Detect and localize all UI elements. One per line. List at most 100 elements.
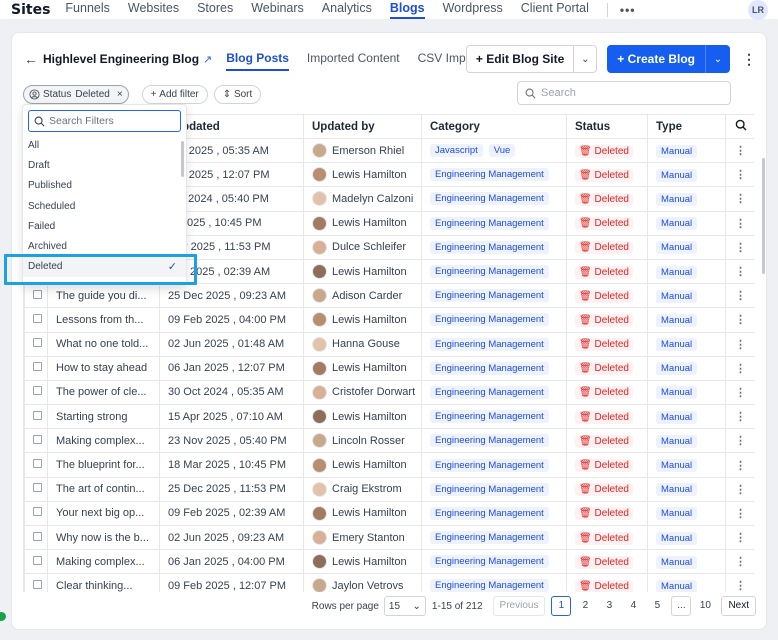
status-option-failed[interactable]: Failed — [23, 217, 186, 237]
row-checkbox[interactable] — [33, 555, 42, 565]
create-blog-button[interactable]: + Create Blog ⌄ — [607, 45, 730, 73]
filter-search-input[interactable]: Search Filters — [28, 110, 181, 132]
header-status[interactable]: Status — [566, 114, 648, 139]
post-title[interactable]: Lessons from th... — [47, 307, 160, 333]
row-checkbox[interactable] — [33, 483, 42, 493]
table-row[interactable]: The guide you di... 25 Dec 2025 , 09:23 A… — [24, 283, 754, 309]
page-button[interactable]: 3 — [599, 596, 619, 616]
header-updated-by[interactable]: Updated by — [303, 114, 422, 139]
row-actions-icon[interactable]: ⋮ — [725, 428, 754, 454]
status-option-draft[interactable]: Draft — [23, 156, 186, 176]
header-category[interactable]: Category — [421, 114, 567, 139]
external-link-icon[interactable]: ↗ — [203, 53, 212, 66]
add-filter-button[interactable]: + Add filter — [141, 84, 208, 104]
table-row[interactable]: How to stay ahead 06 Jan 2025 , 12:07 PM L… — [24, 355, 754, 381]
back-arrow-icon[interactable]: ← — [24, 51, 38, 67]
page-button[interactable]: 5 — [647, 596, 667, 616]
page-button[interactable]: 10 — [695, 596, 715, 616]
row-actions-icon[interactable]: ⋮ — [725, 331, 754, 357]
row-checkbox[interactable] — [33, 386, 42, 396]
row-actions-icon[interactable]: ⋮ — [725, 500, 754, 527]
previous-page-button[interactable]: Previous — [492, 596, 546, 616]
table-row[interactable]: The blueprint for... 18 Mar 2025 , 10:45 … — [24, 452, 754, 478]
tab-blog-posts[interactable]: Blog Posts — [226, 45, 289, 73]
row-actions-icon[interactable]: ⋮ — [725, 476, 754, 502]
dropdown-scrollbar[interactable] — [181, 141, 184, 177]
post-title[interactable]: How to stay ahead — [47, 355, 160, 381]
nav-item-client-portal[interactable]: Client Portal — [521, 0, 589, 19]
more-options-icon[interactable]: ⋮ — [742, 51, 756, 68]
table-row[interactable]: Your next big op... 09 Feb 2025 , 02:39 A… — [24, 500, 754, 527]
post-title[interactable]: Why now is the b... — [47, 524, 160, 551]
nav-item-websites[interactable]: Websites — [128, 0, 179, 19]
sort-button[interactable]: ⇕ Sort — [213, 84, 262, 104]
post-title[interactable]: The power of cle... — [47, 379, 160, 406]
table-row[interactable]: Starting strong 15 Apr 2025 , 07:10 AM Lew… — [24, 404, 754, 430]
status-option-published[interactable]: Published — [23, 176, 186, 196]
nav-item-funnels[interactable]: Funnels — [65, 0, 109, 19]
post-title[interactable]: Making complex... — [47, 549, 160, 575]
row-checkbox[interactable] — [33, 531, 42, 541]
post-title[interactable]: What no one told... — [47, 331, 160, 357]
row-checkbox[interactable] — [33, 410, 42, 420]
table-scrollbar[interactable] — [762, 158, 765, 274]
user-avatar[interactable]: LR — [748, 0, 768, 20]
row-actions-icon[interactable]: ⋮ — [725, 404, 754, 430]
page-button[interactable]: 1 — [551, 596, 572, 616]
row-actions-icon[interactable]: ⋮ — [725, 210, 754, 236]
create-blog-label[interactable]: + Create Blog — [607, 45, 706, 73]
row-actions-icon[interactable]: ⋮ — [725, 355, 754, 381]
table-row[interactable]: Making complex... 06 Jan 2025 , 04:00 PM L… — [24, 549, 754, 575]
row-actions-icon[interactable]: ⋮ — [725, 234, 754, 260]
row-checkbox[interactable] — [33, 362, 42, 372]
row-checkbox[interactable] — [33, 434, 42, 444]
edit-blog-site-button[interactable]: + Edit Blog Site ⌄ — [465, 45, 598, 73]
row-actions-icon[interactable]: ⋮ — [725, 283, 754, 309]
page-button[interactable]: 2 — [575, 596, 595, 616]
row-checkbox[interactable] — [33, 579, 42, 589]
row-checkbox[interactable] — [33, 507, 42, 517]
row-actions-icon[interactable]: ⋮ — [725, 162, 754, 188]
row-checkbox[interactable] — [33, 289, 42, 299]
post-title[interactable]: Starting strong — [47, 404, 160, 430]
table-row[interactable]: Lessons from th... 09 Feb 2025 , 04:00 PM… — [24, 307, 754, 333]
column-settings-icon[interactable] — [725, 114, 754, 139]
tab-imported-content[interactable]: Imported Content — [307, 45, 400, 73]
chevron-down-icon[interactable]: ⌄ — [574, 54, 596, 65]
table-row[interactable]: The power of cle... 30 Oct 2024 , 05:35 A… — [24, 379, 754, 406]
status-option-scheduled[interactable]: Scheduled — [23, 197, 186, 217]
table-row[interactable]: Making complex... 23 Nov 2025 , 05:40 PM L… — [24, 428, 754, 454]
table-row[interactable]: Why now is the b... 02 Jun 2025 , 09:23 A… — [24, 524, 754, 551]
row-actions-icon[interactable]: ⋮ — [725, 524, 754, 551]
row-actions-icon[interactable]: ⋮ — [725, 573, 754, 592]
nav-item-blogs[interactable]: Blogs — [389, 0, 425, 19]
row-checkbox[interactable] — [33, 313, 42, 323]
nav-item-webinars[interactable]: Webinars — [251, 0, 304, 19]
search-input[interactable]: Search — [517, 81, 731, 105]
edit-blog-site-label[interactable]: + Edit Blog Site — [467, 46, 575, 72]
table-row[interactable]: The art of contin... 25 Dec 2025 , 11:53 … — [24, 476, 754, 502]
row-actions-icon[interactable]: ⋮ — [725, 452, 754, 478]
row-actions-icon[interactable]: ⋮ — [725, 137, 754, 164]
nav-item-analytics[interactable]: Analytics — [322, 0, 372, 19]
nav-item-wordpress[interactable]: Wordpress — [443, 0, 503, 19]
table-row[interactable]: Clear thinking... 09 Feb 2025 , 12:07 PM J… — [24, 573, 754, 592]
header-type[interactable]: Type — [647, 114, 726, 139]
chevron-down-icon[interactable]: ⌄ — [706, 54, 730, 65]
nav-item-stores[interactable]: Stores — [197, 0, 233, 19]
status-filter-chip[interactable]: Status Deleted × — [23, 84, 129, 104]
row-actions-icon[interactable]: ⋮ — [725, 549, 754, 575]
row-actions-icon[interactable]: ⋮ — [725, 379, 754, 406]
close-icon[interactable]: × — [117, 89, 123, 100]
row-actions-icon[interactable]: ⋮ — [725, 307, 754, 333]
post-title[interactable]: Your next big op... — [47, 500, 160, 527]
next-page-button[interactable]: Next — [721, 596, 756, 616]
rows-per-page-select[interactable]: 15 ⌄ — [383, 596, 426, 616]
post-title[interactable]: Clear thinking... — [47, 573, 160, 592]
post-title[interactable]: The guide you di... — [47, 283, 160, 309]
row-actions-icon[interactable]: ⋮ — [725, 258, 754, 285]
page-button[interactable]: 4 — [623, 596, 643, 616]
row-checkbox[interactable] — [33, 338, 42, 348]
post-title[interactable]: Making complex... — [47, 428, 160, 454]
table-row[interactable]: What no one told... 02 Jun 2025 , 01:48 A… — [24, 331, 754, 357]
